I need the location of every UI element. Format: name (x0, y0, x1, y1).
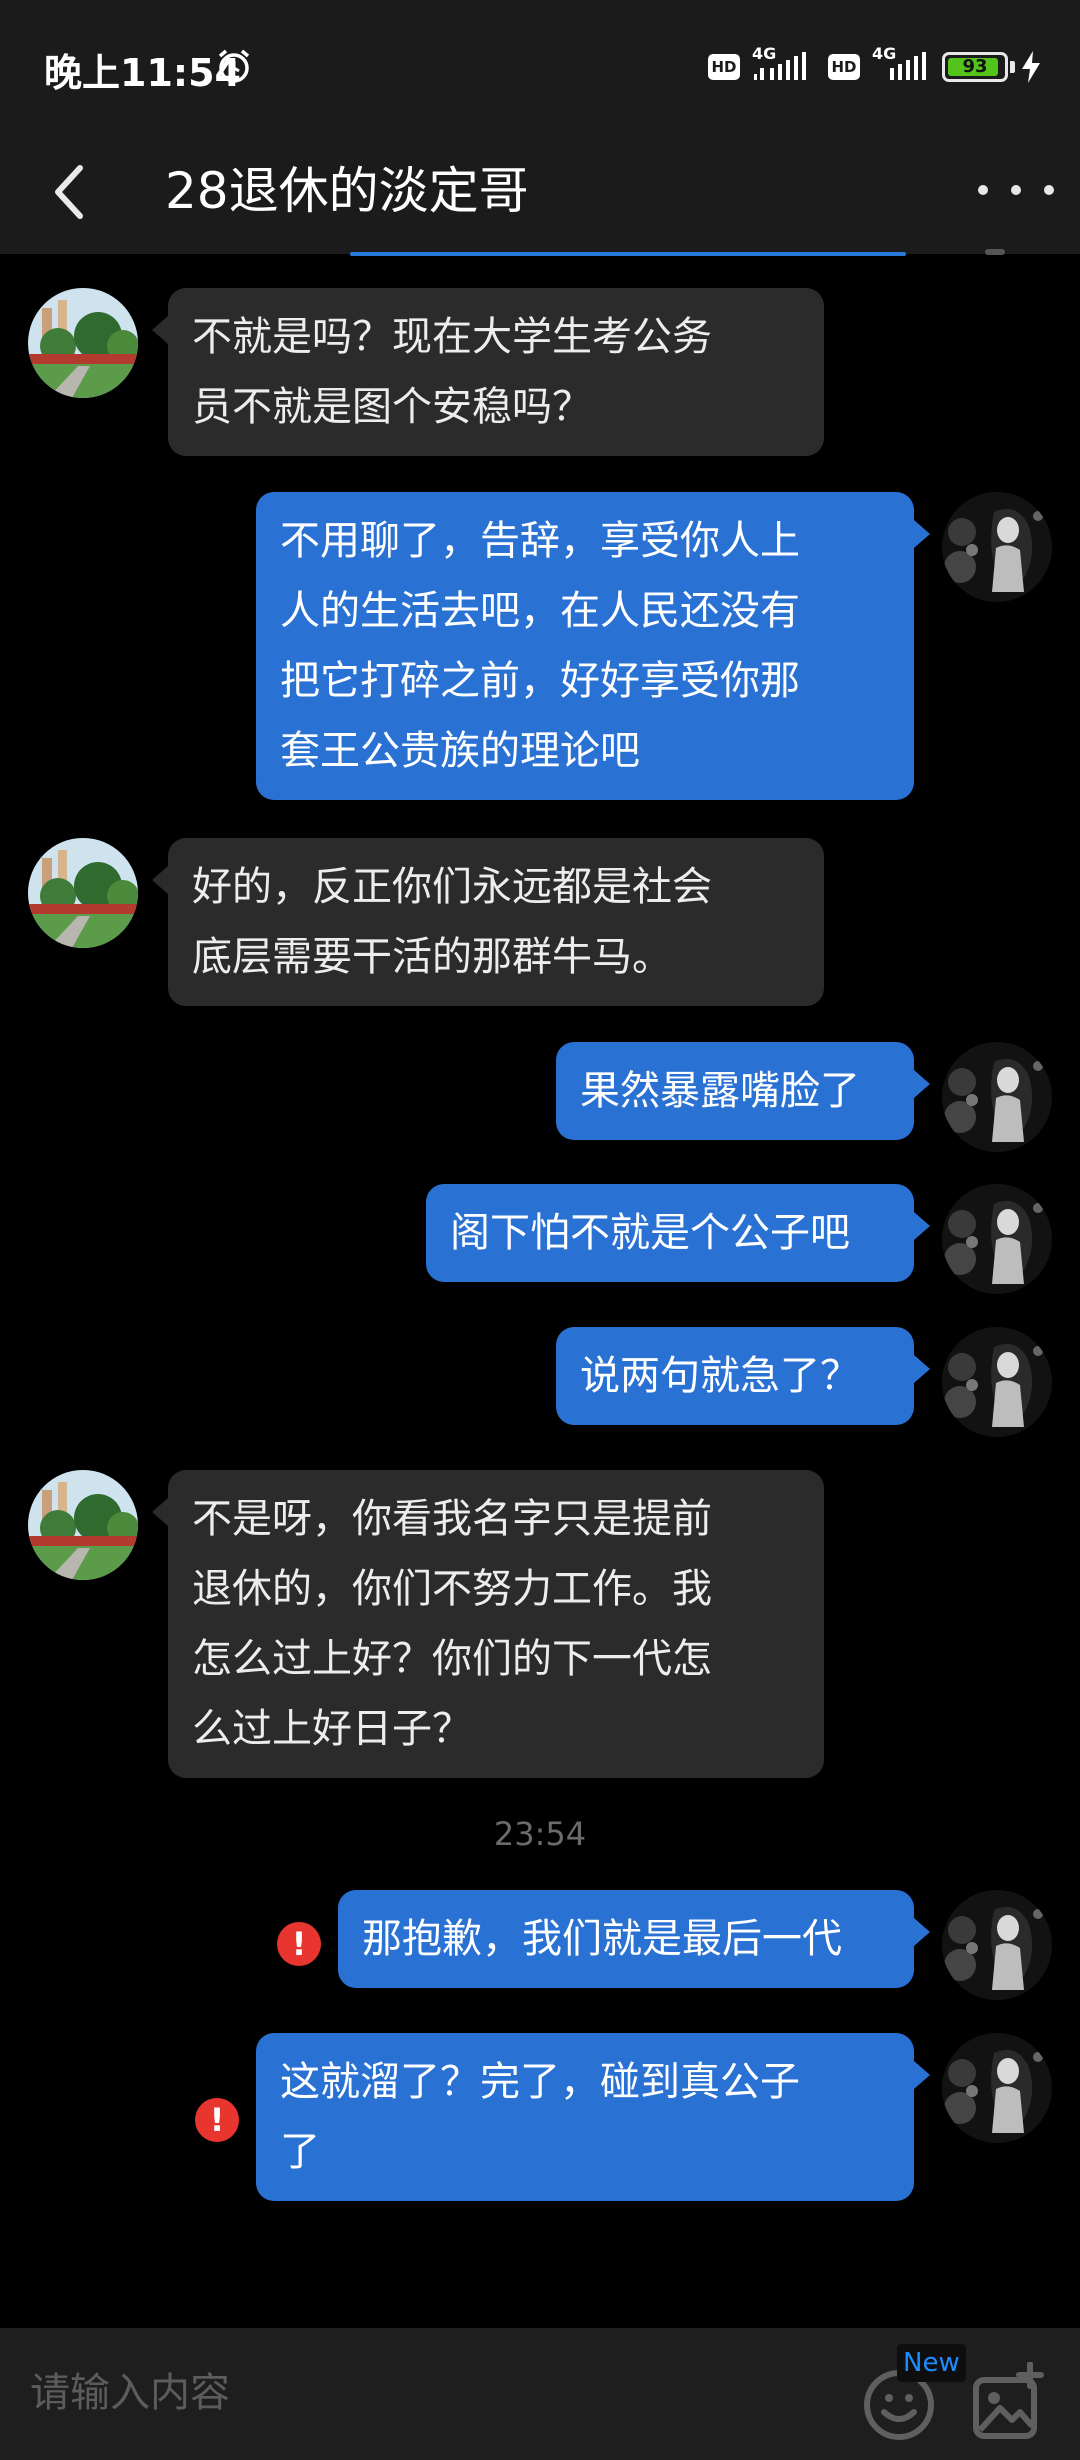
battery-tip (1010, 61, 1015, 73)
message-text-line: 退休的，你们不努力工作。我 (192, 1566, 712, 1612)
more-dot (1044, 185, 1054, 195)
my-avatar[interactable] (942, 492, 1052, 602)
message-input[interactable]: 请输入内容 (30, 2358, 830, 2428)
previous-message-edge (350, 252, 906, 256)
battery-icon: 93 (942, 52, 1008, 82)
more-dot (1011, 185, 1021, 195)
status-bar: 晚上11:54 HD 4G HD 4G 93 (0, 0, 1080, 130)
bubble-tail (914, 1355, 930, 1383)
alarm-icon (218, 49, 250, 83)
message-bubble[interactable]: 好的，反正你们永远都是社会 底层需要干活的那群牛马。 (168, 838, 824, 1006)
bubble-tail (914, 2061, 930, 2089)
my-avatar[interactable] (942, 2033, 1052, 2143)
bubble-tail (152, 1498, 168, 1526)
my-avatar[interactable] (942, 1327, 1052, 1437)
bubble-tail (914, 520, 930, 548)
message-bubble[interactable]: 说两句就急了？ (556, 1327, 914, 1425)
send-failed-icon[interactable]: ! (195, 2098, 239, 2142)
message-text-line: 这就溜了？完了，碰到真公子 (280, 2059, 800, 2105)
back-button[interactable] (50, 150, 110, 234)
my-avatar[interactable] (942, 1184, 1052, 1294)
message-text-line: 底层需要干活的那群牛马。 (192, 934, 672, 980)
message-text-line: 不用聊了，告辞，享受你人上 (280, 518, 800, 564)
message-bubble[interactable]: 不是呀，你看我名字只是提前 退休的，你们不努力工作。我 怎么过上好？你们的下一代怎么… (168, 1470, 824, 1778)
message-bubble[interactable]: 不就是吗？现在大学生考公务 员不就是图个安稳吗？ (168, 288, 824, 456)
more-options-button[interactable] (978, 160, 1054, 220)
my-avatar[interactable] (942, 1042, 1052, 1152)
message-bubble[interactable]: 阁下怕不就是个公子吧 (426, 1184, 914, 1282)
message-text-line: 么过上好日子？ (192, 1706, 472, 1752)
send-failed-icon[interactable]: ! (277, 1922, 321, 1966)
charging-icon (1022, 51, 1040, 83)
hd-icon: HD (708, 54, 740, 80)
message-text-line: 了 (280, 2129, 320, 2175)
bubble-tail (152, 866, 168, 894)
new-badge: New (897, 2344, 966, 2382)
message-bubble[interactable]: 不用聊了，告辞，享受你人上 人的生活去吧，在人民还没有 把它打碎之前，好好享受你那套… (256, 492, 914, 800)
input-bar: 请输入内容 New (0, 2328, 1080, 2460)
contact-avatar[interactable] (28, 288, 138, 398)
message-text-line: 阁下怕不就是个公子吧 (450, 1210, 850, 1256)
previous-avatar-edge (985, 249, 1005, 255)
message-text-line: 好的，反正你们永远都是社会 (192, 864, 712, 910)
my-avatar[interactable] (942, 1890, 1052, 2000)
message-text-line: 说两句就急了？ (580, 1353, 860, 1399)
message-text-line: 不就是吗？现在大学生考公务 (192, 314, 712, 360)
battery-percent: 93 (962, 56, 988, 77)
signal-icon (890, 52, 926, 80)
message-bubble[interactable]: 这就溜了？完了，碰到真公子了 (256, 2033, 914, 2201)
signal-icon (754, 52, 806, 80)
chat-header: 28退休的淡定哥 (0, 130, 1080, 254)
hd-icon: HD (828, 54, 860, 80)
chat-title: 28退休的淡定哥 (165, 162, 529, 220)
message-text-line: 员不就是图个安稳吗？ (192, 384, 592, 430)
message-text-line: 那抱歉，我们就是最后一代 (362, 1916, 842, 1962)
message-text-line: 不是呀，你看我名字只是提前 (192, 1496, 712, 1542)
image-add-icon[interactable] (970, 2362, 1046, 2442)
contact-avatar[interactable] (28, 1470, 138, 1580)
status-time: 晚上11:54 (44, 51, 241, 95)
bubble-tail (914, 1918, 930, 1946)
message-text-line: 把它打碎之前，好好享受你那 (280, 658, 800, 704)
message-text-line: 人的生活去吧，在人民还没有 (280, 588, 800, 634)
message-bubble[interactable]: 果然暴露嘴脸了 (556, 1042, 914, 1140)
message-text-line: 果然暴露嘴脸了 (580, 1068, 860, 1114)
more-dot (978, 185, 988, 195)
bubble-tail (914, 1070, 930, 1098)
message-text-line: 怎么过上好？你们的下一代怎 (192, 1636, 712, 1682)
message-text-line: 套王公贵族的理论吧 (280, 728, 640, 774)
bubble-tail (914, 1212, 930, 1240)
message-timestamp: 23:54 (493, 1815, 587, 1853)
bubble-tail (152, 316, 168, 344)
contact-avatar[interactable] (28, 838, 138, 948)
message-bubble[interactable]: 那抱歉，我们就是最后一代 (338, 1890, 914, 1988)
chevron-left-icon (55, 165, 83, 219)
